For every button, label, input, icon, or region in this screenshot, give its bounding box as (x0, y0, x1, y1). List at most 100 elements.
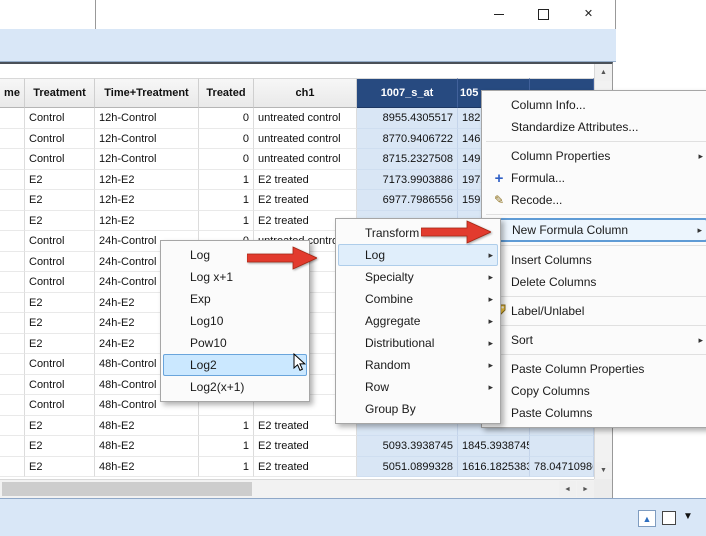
table-cell[interactable]: E2 (25, 190, 95, 211)
table-cell[interactable]: 48h-E2 (95, 457, 199, 478)
table-cell[interactable]: 12h-E2 (95, 190, 199, 211)
menu-item-formula[interactable]: +Formula... (484, 167, 706, 189)
menu-item-column-info[interactable]: Column Info... (484, 94, 706, 116)
menu-item-label-unlabel[interactable]: Label/Unlabel (484, 300, 706, 322)
table-cell[interactable]: 0 (199, 129, 254, 150)
table-cell[interactable]: E2 treated (254, 190, 357, 211)
table-cell[interactable]: E2 treated (254, 457, 357, 478)
menu-item-random[interactable]: Random▸ (338, 354, 498, 376)
table-cell[interactable] (0, 416, 25, 437)
table-cell[interactable]: 1 (199, 457, 254, 478)
table-cell[interactable]: E2 (25, 334, 95, 355)
table-cell[interactable] (530, 436, 594, 457)
table-cell[interactable]: E2 (25, 170, 95, 191)
scroll-up-button[interactable]: ▲ (595, 64, 612, 81)
menu-item-row[interactable]: Row▸ (338, 376, 498, 398)
table-cell[interactable]: Control (25, 149, 95, 170)
scroll-left-button[interactable]: ◄ (559, 481, 576, 497)
menu-item-insert-columns[interactable]: Insert Columns (484, 249, 706, 271)
scroll-right-button[interactable]: ► (577, 481, 594, 497)
table-cell[interactable]: 5051.0899328 (357, 457, 458, 478)
table-cell[interactable] (0, 375, 25, 396)
column-header-time-treatment[interactable]: Time+Treatment (95, 78, 199, 108)
column-header-treated[interactable]: Treated (199, 78, 254, 108)
window-titlebar[interactable]: ✕ (95, 0, 616, 29)
close-button[interactable]: ✕ (566, 0, 611, 29)
menu-item-distributional[interactable]: Distributional▸ (338, 332, 498, 354)
table-cell[interactable]: 12h-E2 (95, 211, 199, 232)
table-cell[interactable] (0, 313, 25, 334)
column-header-1007-s-at[interactable]: 1007_s_at (357, 78, 458, 108)
table-cell[interactable] (0, 190, 25, 211)
table-cell[interactable]: 1 (199, 436, 254, 457)
minimize-button[interactable] (476, 0, 521, 29)
table-cell[interactable]: 48h-E2 (95, 416, 199, 437)
table-cell[interactable]: 78.047109865 (530, 457, 594, 478)
menu-item-log2-x-1[interactable]: Log2(x+1) (163, 376, 307, 398)
column-header-treatment[interactable]: Treatment (25, 78, 95, 108)
table-cell[interactable]: Control (25, 375, 95, 396)
table-cell[interactable]: 12h-Control (95, 129, 199, 150)
menu-item-copy-columns[interactable]: Copy Columns (484, 380, 706, 402)
menu-item-recode[interactable]: ✎Recode... (484, 189, 706, 211)
table-cell[interactable]: 5093.3938745 (357, 436, 458, 457)
table-cell[interactable]: Control (25, 395, 95, 416)
column-header-me[interactable]: me (0, 78, 25, 108)
maximize-button[interactable] (521, 0, 566, 29)
table-cell[interactable]: Control (25, 129, 95, 150)
table-cell[interactable] (0, 252, 25, 273)
table-cell[interactable]: E2 treated (254, 170, 357, 191)
menu-item-log10[interactable]: Log10 (163, 310, 307, 332)
table-cell[interactable] (0, 436, 25, 457)
table-cell[interactable]: untreated control (254, 129, 357, 150)
table-cell[interactable]: 6977.7986556 (357, 190, 458, 211)
table-cell[interactable]: 8770.9406722 (357, 129, 458, 150)
table-cell[interactable]: 1 (199, 211, 254, 232)
menu-item-group-by[interactable]: Group By (338, 398, 498, 420)
table-cell[interactable] (0, 211, 25, 232)
table-cell[interactable]: 7173.9903886 (357, 170, 458, 191)
menu-item-log[interactable]: Log▸ (338, 244, 498, 266)
table-cell[interactable]: Control (25, 354, 95, 375)
table-cell[interactable] (0, 354, 25, 375)
table-cell[interactable]: E2 (25, 293, 95, 314)
menu-item-log2[interactable]: Log2 (163, 354, 307, 376)
table-cell[interactable]: 1 (199, 190, 254, 211)
table-cell[interactable]: E2 treated (254, 436, 357, 457)
table-cell[interactable]: E2 (25, 211, 95, 232)
horizontal-scrollbar-thumb[interactable] (2, 482, 252, 496)
table-cell[interactable]: 48h-E2 (95, 436, 199, 457)
table-cell[interactable]: 12h-Control (95, 149, 199, 170)
table-cell[interactable]: untreated control (254, 108, 357, 129)
table-cell[interactable]: 1 (199, 170, 254, 191)
table-cell[interactable]: 8955.4305517 (357, 108, 458, 129)
table-cell[interactable]: E2 (25, 416, 95, 437)
table-cell[interactable]: E2 (25, 436, 95, 457)
table-cell[interactable]: E2 (25, 313, 95, 334)
table-cell[interactable]: Control (25, 108, 95, 129)
table-cell[interactable] (0, 149, 25, 170)
menu-item-standardize-attributes[interactable]: Standardize Attributes... (484, 116, 706, 138)
scroll-to-top-button[interactable]: ▲ (638, 510, 656, 527)
table-cell[interactable] (0, 231, 25, 252)
scroll-down-button[interactable]: ▼ (595, 462, 612, 479)
menu-item-combine[interactable]: Combine▸ (338, 288, 498, 310)
menu-item-pow10[interactable]: Pow10 (163, 332, 307, 354)
table-cell[interactable]: 8715.2327508 (357, 149, 458, 170)
menu-item-exp[interactable]: Exp (163, 288, 307, 310)
table-cell[interactable]: Control (25, 231, 95, 252)
horizontal-scrollbar[interactable]: ◄ ► (0, 479, 595, 498)
table-cell[interactable]: 1 (199, 416, 254, 437)
menu-item-paste-column-properties[interactable]: Paste Column Properties (484, 358, 706, 380)
table-cell[interactable]: 1845.3938745 (458, 436, 530, 457)
table-cell[interactable]: 0 (199, 108, 254, 129)
table-cell[interactable]: Control (25, 252, 95, 273)
table-cell[interactable]: Control (25, 272, 95, 293)
menu-item-sort[interactable]: Sort▸ (484, 329, 706, 351)
menu-item-paste-columns[interactable]: Paste Columns (484, 402, 706, 424)
table-cell[interactable] (0, 108, 25, 129)
menu-item-new-formula-column[interactable]: New Formula Column▸ (484, 218, 706, 242)
table-cell[interactable] (0, 170, 25, 191)
table-cell[interactable]: 1616.1825383 (458, 457, 530, 478)
table-cell[interactable]: 12h-E2 (95, 170, 199, 191)
